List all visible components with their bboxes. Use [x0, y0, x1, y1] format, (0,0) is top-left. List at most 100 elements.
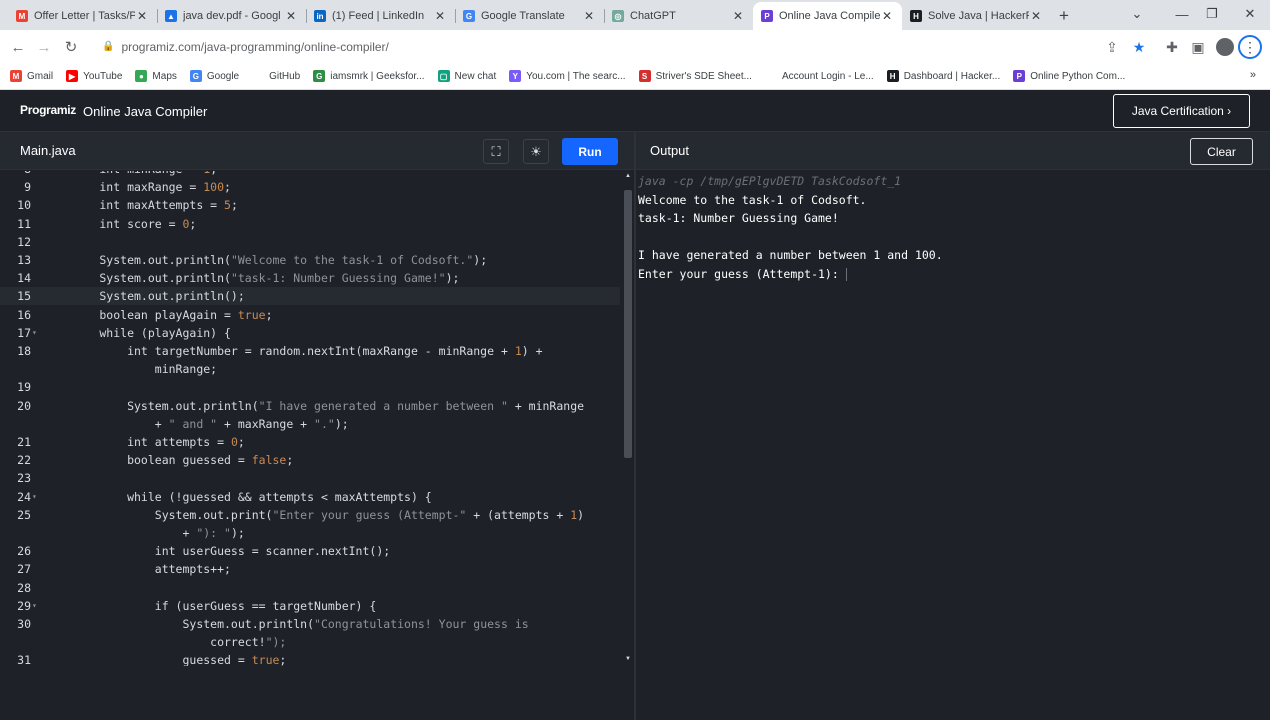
output-line: I have generated a number between 1 and … — [638, 248, 943, 262]
back-icon[interactable]: ← — [5, 34, 31, 60]
bookmark-item[interactable]: ▶ YouTube — [66, 70, 122, 82]
url-bar[interactable]: 🔒 programiz.com/java-programming/online-… — [92, 33, 1152, 60]
scroll-down-icon[interactable]: ▼ — [624, 656, 632, 662]
tab-search-icon[interactable]: ⌄ — [1117, 0, 1157, 28]
code-line[interactable]: 14 System.out.println("task-1: Number Gu… — [0, 269, 620, 287]
code-line[interactable]: 13 System.out.println("Welcome to the ta… — [0, 251, 620, 269]
bookmark-item[interactable]: Account Login - Le... — [764, 70, 874, 82]
extensions-icon[interactable]: ✚ — [1159, 34, 1185, 60]
bookmark-star-icon[interactable]: ★ — [1126, 34, 1152, 60]
code-line[interactable]: 23 — [0, 469, 620, 487]
bookmark-icon: S — [638, 70, 651, 82]
code-line[interactable]: 15 System.out.println(); — [0, 287, 620, 306]
bookmark-item[interactable]: ● Maps — [135, 70, 177, 82]
browser-tab[interactable]: M Offer Letter | Tasks/P ✕ — [8, 2, 157, 30]
share-icon[interactable]: ⇪ — [1099, 34, 1125, 60]
code-line[interactable]: 18 int targetNumber = random.nextInt(max… — [0, 342, 620, 360]
code-line[interactable]: 9 int maxRange = 100; — [0, 178, 620, 196]
side-panel-icon[interactable]: ▣ — [1185, 34, 1211, 60]
tab-close-icon[interactable]: ✕ — [284, 9, 298, 23]
editor-scroll-thumb[interactable] — [624, 190, 632, 458]
tab-close-icon[interactable]: ✕ — [880, 9, 894, 23]
restore-icon[interactable]: ❐ — [1192, 0, 1232, 28]
code-line[interactable]: 11 int score = 0; — [0, 215, 620, 233]
code-line[interactable]: + " and " + maxRange + "."); — [0, 415, 620, 433]
line-number: 15 — [17, 289, 31, 304]
fold-chevron-icon[interactable]: ▾ — [32, 488, 37, 506]
bookmark-item[interactable]: Giamsmrk | Geeksfor... — [313, 70, 425, 82]
fullscreen-icon[interactable]: ⛶ — [483, 139, 509, 164]
tab-close-icon[interactable]: ✕ — [731, 9, 745, 23]
line-number: 16 — [17, 307, 31, 322]
tab-close-icon[interactable]: ✕ — [1029, 9, 1043, 23]
code-line[interactable]: + "): "); — [0, 524, 620, 542]
code-line[interactable]: 10 int maxAttempts = 5; — [0, 196, 620, 214]
tab-label: Solve Java | HackerR — [928, 10, 1029, 22]
line-number: 14 — [17, 271, 31, 286]
fold-chevron-icon[interactable]: ▾ — [32, 324, 37, 342]
scroll-up-icon[interactable]: ▲ — [624, 173, 632, 179]
line-number: 26 — [17, 544, 31, 559]
output-console[interactable]: java -cp /tmp/gEPlgvDETD TaskCodsoft_1 W… — [638, 172, 1258, 712]
code-line[interactable]: 12 — [0, 233, 620, 251]
tab-close-icon[interactable]: ✕ — [582, 9, 596, 23]
browser-tab[interactable]: G Google Translate ✕ — [455, 2, 604, 30]
address-bar-row: ← → ↻ 🔒 programiz.com/java-programming/o… — [0, 30, 1270, 63]
code-line[interactable]: 22 boolean guessed = false; — [0, 451, 620, 469]
code-line[interactable]: 25 System.out.print("Enter your guess (A… — [0, 506, 620, 524]
bookmark-item[interactable]: ▢ New chat — [437, 70, 496, 82]
java-certification-button[interactable]: Java Certification › — [1113, 94, 1250, 128]
file-tab-main-java[interactable]: Main.java — [20, 143, 76, 158]
bookmark-item[interactable]: H Dashboard | Hacker... — [886, 70, 1000, 82]
browser-tab[interactable]: P Online Java Compiler ✕ — [753, 2, 902, 30]
code-text: int maxRange = 100; — [44, 180, 231, 195]
close-window-icon[interactable]: ✕ — [1230, 0, 1270, 28]
code-line[interactable]: 19 — [0, 378, 620, 396]
code-line[interactable]: 8 int minRange = 1; — [0, 171, 620, 178]
code-line[interactable]: 21 int attempts = 0; — [0, 433, 620, 451]
code-line[interactable]: minRange; — [0, 360, 620, 378]
bookmark-icon: H — [886, 70, 899, 82]
code-line[interactable]: 29 ▾ if (userGuess == targetNumber) { — [0, 597, 620, 615]
code-line[interactable]: 16 boolean playAgain = true; — [0, 306, 620, 324]
forward-icon[interactable]: → — [31, 34, 57, 60]
browser-tab[interactable]: in (1) Feed | LinkedIn ✕ — [306, 2, 455, 30]
code-line[interactable]: 24 ▾ while (!guessed && attempts < maxAtt… — [0, 488, 620, 506]
code-line[interactable]: 30 System.out.println("Congratulations! … — [0, 615, 620, 633]
reload-icon[interactable]: ↻ — [58, 34, 84, 60]
code-line[interactable]: 28 — [0, 579, 620, 597]
programiz-logo[interactable]: Programiz — [20, 103, 76, 117]
menu-kebab-icon[interactable]: ⋮ — [1238, 35, 1262, 59]
bookmarks-overflow-icon[interactable]: » — [1250, 69, 1256, 81]
clear-button[interactable]: Clear — [1190, 138, 1253, 165]
panel-divider[interactable] — [634, 132, 636, 720]
code-text: + " and " + maxRange + "."); — [44, 416, 349, 431]
browser-tab[interactable]: H Solve Java | HackerR ✕ — [902, 2, 1051, 30]
tab-label: Google Translate — [481, 10, 565, 22]
tab-close-icon[interactable]: ✕ — [433, 9, 447, 23]
tab-close-icon[interactable]: ✕ — [135, 9, 149, 23]
code-line[interactable]: 20 System.out.println("I have generated … — [0, 397, 620, 415]
bookmark-label: Google — [206, 70, 240, 82]
code-line[interactable]: correct!"); — [0, 633, 620, 651]
browser-tab[interactable]: ▲ java dev.pdf - Googl ✕ — [157, 2, 306, 30]
bookmark-item[interactable]: Y You.com | The searc... — [509, 70, 626, 82]
browser-tab[interactable]: ◎ ChatGPT ✕ — [604, 2, 753, 30]
bookmark-item[interactable]: GitHub — [252, 70, 300, 82]
fold-chevron-icon[interactable]: ▾ — [32, 597, 37, 615]
new-tab-button[interactable]: + — [1051, 2, 1077, 30]
theme-toggle-icon[interactable]: ☀ — [523, 139, 549, 164]
run-button[interactable]: Run — [562, 138, 618, 165]
code-editor[interactable]: 8 int minRange = 1;9 int maxRange = 100;… — [0, 171, 634, 666]
bookmark-item[interactable]: P Online Python Com... — [1013, 70, 1125, 82]
profile-avatar[interactable] — [1212, 34, 1238, 60]
code-line[interactable]: 31 guessed = true; — [0, 651, 620, 666]
code-line[interactable]: 26 int userGuess = scanner.nextInt(); — [0, 542, 620, 560]
bookmark-item[interactable]: S Striver's SDE Sheet... — [638, 70, 752, 82]
tab-favicon-icon: in — [314, 10, 326, 22]
line-number: 8 — [0, 171, 31, 178]
bookmark-item[interactable]: M Gmail — [10, 70, 53, 82]
bookmark-item[interactable]: G Google — [189, 70, 240, 82]
code-line[interactable]: 17 ▾ while (playAgain) { — [0, 324, 620, 342]
code-line[interactable]: 27 attempts++; — [0, 560, 620, 578]
